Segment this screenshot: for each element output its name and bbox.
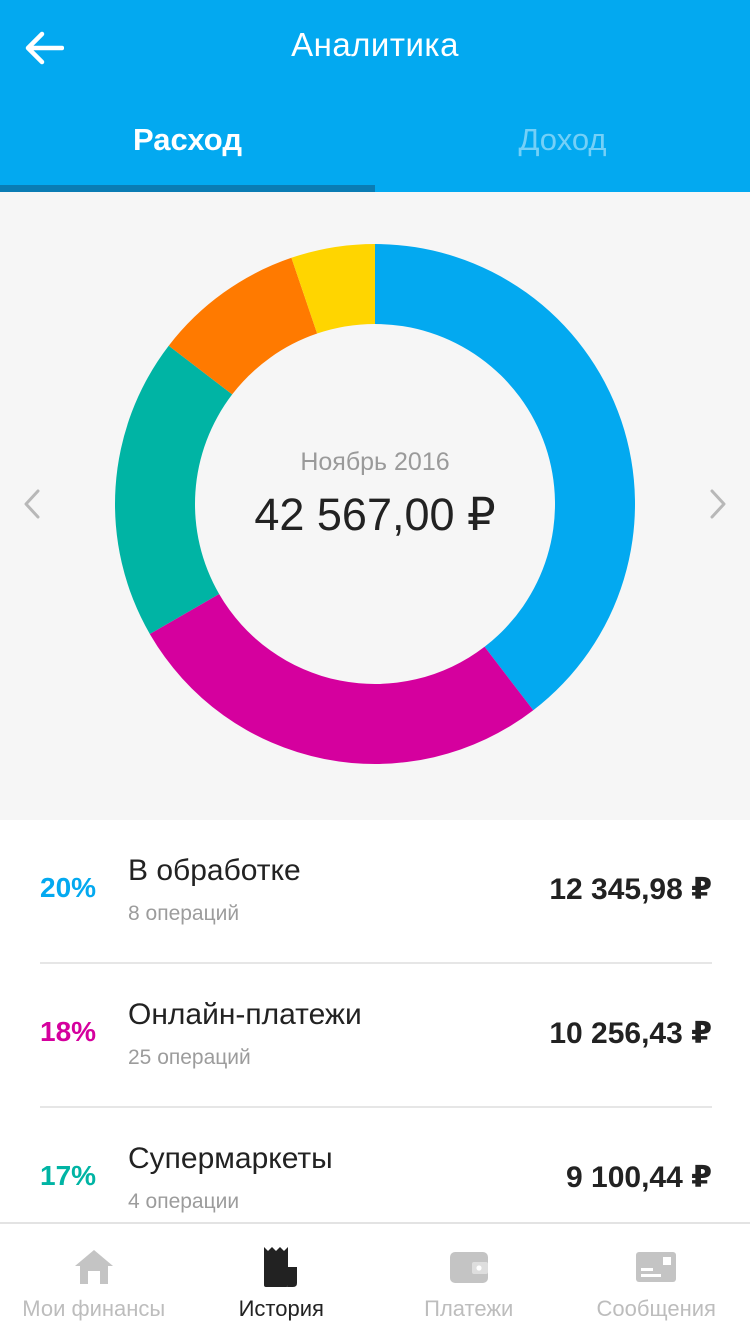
tab-expense-label: Расход bbox=[132, 122, 242, 157]
chart-area: Ноябрь 2016 42 567,00 ₽ bbox=[0, 192, 750, 820]
receipt-icon bbox=[258, 1244, 304, 1290]
nav-label: Платежи bbox=[424, 1296, 514, 1321]
bottom-navigation: Мои финансы История Платежи Сообщения bbox=[0, 1222, 750, 1334]
nav-messages[interactable]: Сообщения bbox=[563, 1224, 750, 1334]
category-percent: 18% bbox=[40, 1016, 97, 1047]
nav-my-finances[interactable]: Мои финансы bbox=[0, 1224, 188, 1334]
category-percent: 17% bbox=[40, 1160, 97, 1191]
period-label: Ноябрь 2016 bbox=[300, 448, 450, 476]
category-amount: 10 256,43 ₽ bbox=[549, 1017, 712, 1050]
donut-slice bbox=[375, 244, 635, 711]
category-operations: 4 операции bbox=[128, 1190, 240, 1213]
home-icon bbox=[71, 1244, 117, 1290]
message-icon bbox=[633, 1244, 679, 1290]
tab-bar: Расход Доход bbox=[0, 100, 750, 192]
page-title: Аналитика bbox=[291, 26, 459, 63]
wallet-icon bbox=[446, 1244, 492, 1290]
tab-income[interactable]: Доход bbox=[375, 100, 750, 192]
category-name: В обработке bbox=[128, 854, 301, 887]
category-amount: 12 345,98 ₽ bbox=[549, 873, 712, 906]
total-amount: 42 567,00 ₽ bbox=[254, 489, 496, 540]
category-name: Супермаркеты bbox=[128, 1142, 333, 1175]
list-item[interactable]: 18% Онлайн-платежи 25 операций 10 256,43… bbox=[0, 964, 750, 1106]
category-amount: 9 100,44 ₽ bbox=[566, 1161, 712, 1194]
category-percent: 20% bbox=[40, 872, 97, 903]
nav-label: Сообщения bbox=[596, 1296, 716, 1321]
tab-expense[interactable]: Расход bbox=[0, 100, 375, 192]
tab-income-label: Доход bbox=[518, 122, 607, 157]
tab-indicator bbox=[0, 185, 375, 192]
app-header: Аналитика Расход Доход bbox=[0, 0, 750, 192]
donut-slice bbox=[149, 594, 534, 764]
list-item[interactable]: 20% В обработке 8 операций 12 345,98 ₽ bbox=[0, 820, 750, 962]
category-operations: 25 операций bbox=[128, 1046, 251, 1069]
category-operations: 8 операций bbox=[128, 902, 240, 925]
nav-label: Мои финансы bbox=[22, 1296, 166, 1321]
category-name: Онлайн-платежи bbox=[128, 998, 362, 1031]
nav-payments[interactable]: Платежи bbox=[375, 1224, 563, 1334]
nav-history[interactable]: История bbox=[188, 1224, 376, 1334]
category-list: 20% В обработке 8 операций 12 345,98 ₽ 1… bbox=[0, 820, 750, 1250]
nav-label: История bbox=[238, 1296, 324, 1321]
